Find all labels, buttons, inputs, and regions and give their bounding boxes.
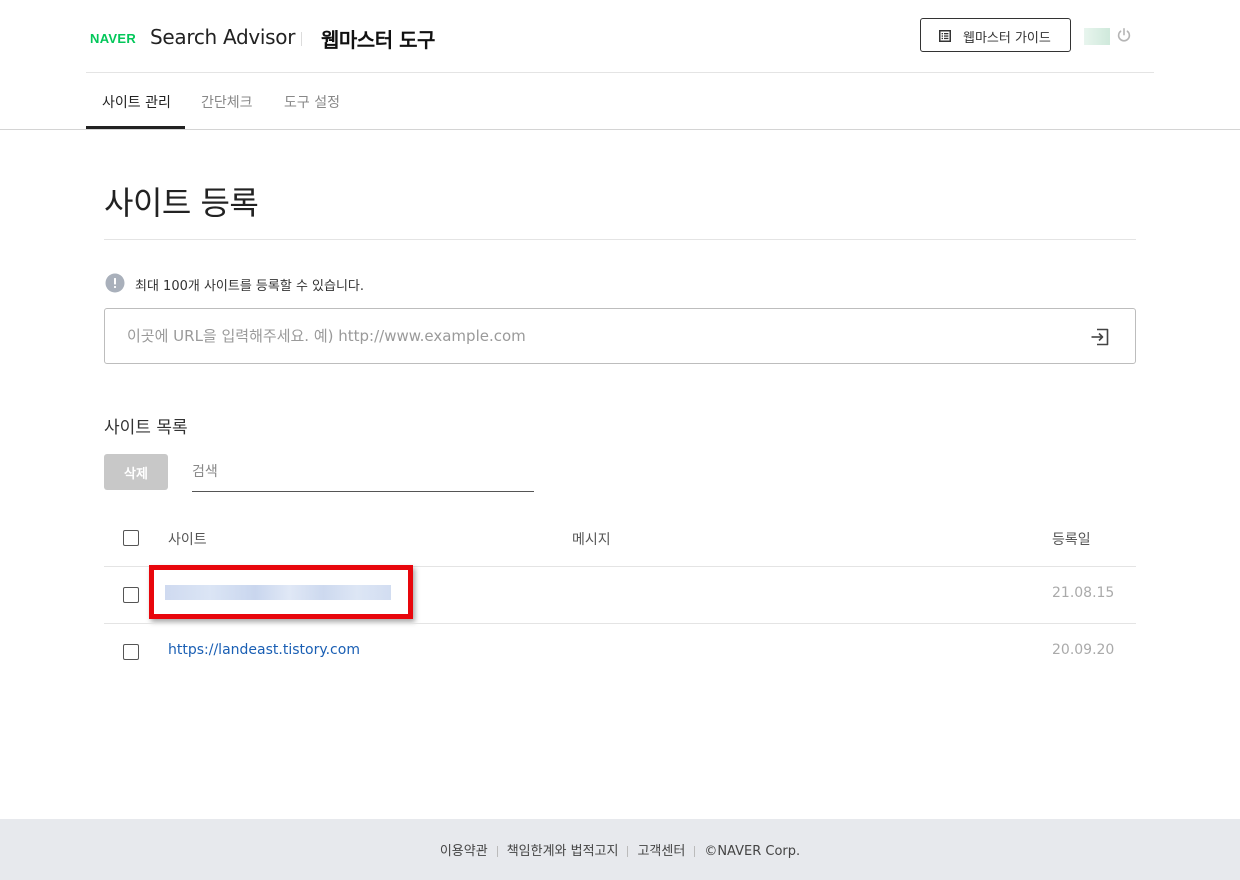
webmaster-guide-button[interactable]: 웹마스터 가이드 [920, 18, 1071, 52]
avatar[interactable] [1084, 28, 1110, 45]
site-link[interactable]: https://landeast.tistory.com [168, 642, 360, 658]
product-name[interactable]: Search Advisor [150, 25, 295, 49]
url-input[interactable] [127, 309, 1067, 363]
search-input[interactable] [192, 454, 532, 490]
tab-simple-check[interactable]: 간단체크 [201, 92, 253, 112]
copyright: ©NAVER Corp. [704, 844, 801, 859]
guide-list-icon [939, 30, 951, 42]
column-message: 메시지 [572, 532, 611, 548]
url-input-box [104, 308, 1136, 364]
column-date: 등록일 [1052, 532, 1091, 548]
power-icon[interactable] [1116, 27, 1132, 43]
tab-site-management[interactable]: 사이트 관리 [102, 92, 171, 112]
tab-tool-settings[interactable]: 도구 설정 [284, 92, 340, 112]
header-divider [301, 32, 302, 46]
footer-link-support[interactable]: 고객센터 [637, 844, 685, 859]
footer-links: 이용약관 책임한계와 법적고지 고객센터 ©NAVER Corp. [0, 840, 1240, 859]
tab-bar: 사이트 관리 간단체크 도구 설정 [0, 73, 1240, 130]
page-title: 사이트 등록 [104, 184, 259, 222]
delete-button[interactable]: 삭제 [104, 454, 168, 490]
footer: 이용약관 책임한계와 법적고지 고객센터 ©NAVER Corp. [0, 819, 1240, 880]
footer-link-terms[interactable]: 이용약관 [440, 844, 488, 859]
column-site: 사이트 [168, 532, 207, 548]
table-row-divider [104, 623, 1136, 624]
guide-button-label: 웹마스터 가이드 [963, 31, 1051, 46]
info-icon [105, 273, 125, 293]
footer-divider [627, 846, 629, 857]
select-all-checkbox[interactable] [123, 530, 139, 546]
tool-title: 웹마스터 도구 [321, 28, 435, 52]
site-list-title: 사이트 목록 [104, 418, 188, 438]
footer-divider [694, 846, 696, 857]
registration-date: 21.08.15 [1052, 585, 1115, 601]
limit-notice: 최대 100개 사이트를 등록할 수 있습니다. [135, 279, 365, 294]
annotation-highlight-box [149, 565, 413, 619]
row-checkbox[interactable] [123, 644, 139, 660]
submit-arrow-icon[interactable] [1090, 327, 1110, 347]
naver-logo[interactable]: NAVER [90, 31, 136, 46]
title-divider [104, 239, 1136, 240]
header: NAVER Search Advisor 웹마스터 도구 웹마스터 가이드 [86, 0, 1154, 73]
footer-link-legal[interactable]: 책임한계와 법적고지 [507, 844, 619, 859]
footer-divider [496, 846, 498, 857]
registration-date: 20.09.20 [1052, 642, 1115, 658]
row-checkbox[interactable] [123, 587, 139, 603]
active-tab-indicator [86, 126, 185, 129]
site-search [192, 454, 534, 492]
